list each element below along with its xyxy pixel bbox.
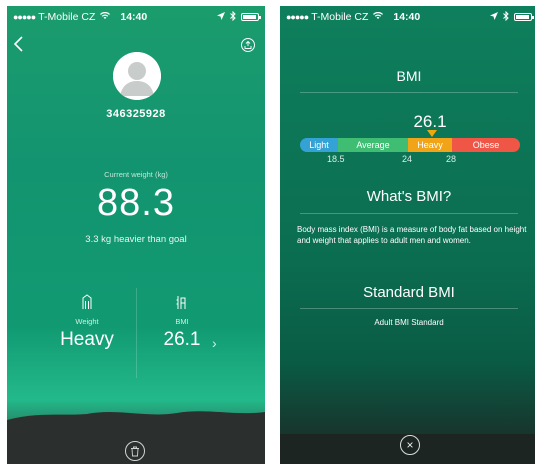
whats-bmi-heading: What's BMI?: [366, 188, 452, 205]
bmi-stat-label: BMI: [175, 317, 189, 326]
bmi-tick-label: 24: [402, 154, 413, 164]
weight-goal-difference: 3.3 kg heavier than goal: [85, 234, 187, 245]
signal-strength: ●●●●●: [13, 12, 36, 22]
weight-stat[interactable]: Weight Heavy: [32, 294, 142, 351]
section-divider: [300, 213, 518, 214]
user-id: 346325928: [106, 108, 166, 120]
bmi-tick-label: 18.5: [327, 154, 345, 164]
chevron-right-icon[interactable]: ›: [212, 335, 217, 351]
bluetooth-icon: [503, 10, 509, 24]
weight-profile-screen: ●●●●● T-Mobile CZ 14:40 346325928 Curren…: [7, 6, 265, 464]
status-bar: ●●●●● T-Mobile CZ 14:40: [280, 6, 535, 28]
trash-icon[interactable]: [125, 441, 145, 461]
bmi-segment-heavy: Heavy: [408, 138, 452, 152]
bmi-stat-value: 26.1: [163, 329, 201, 350]
avatar-silhouette-icon: [113, 52, 161, 100]
bmi-description: Body mass index (BMI) is a measure of bo…: [297, 225, 527, 245]
page-title: BMI: [396, 68, 422, 84]
back-chevron-icon[interactable]: [13, 36, 29, 52]
current-weight-label: Current weight (kg): [104, 170, 168, 179]
bmi-tick-label: 28: [446, 154, 457, 164]
wifi-icon: [373, 11, 384, 23]
battery-icon: [241, 13, 261, 21]
status-bar: ●●●●● T-Mobile CZ 14:40: [7, 6, 265, 28]
bmi-value: 26.1: [413, 112, 447, 131]
bmi-detail-screen: ●●●●● T-Mobile CZ 14:40 BMI 26.1 Light A…: [280, 6, 535, 464]
standard-bmi-heading: Standard BMI: [363, 284, 455, 301]
weight-body-icon: [80, 294, 94, 310]
location-arrow-icon: [217, 11, 225, 23]
location-arrow-icon: [490, 11, 498, 23]
standard-bmi-label: Adult BMI Standard: [374, 318, 444, 327]
avatar[interactable]: [113, 52, 161, 100]
carrier-name: T-Mobile CZ: [311, 11, 369, 23]
bmi-body-icon: [175, 294, 189, 310]
weight-stat-value: Heavy: [60, 329, 114, 350]
clock-time: 14:40: [120, 11, 148, 23]
share-icon[interactable]: [241, 38, 255, 52]
carrier-name: T-Mobile CZ: [38, 11, 96, 23]
title-divider: [300, 92, 518, 93]
bmi-segment-obese: Obese: [452, 138, 520, 152]
current-weight-value: 88.3: [97, 182, 175, 224]
bmi-stat[interactable]: BMI 26.1: [127, 294, 237, 351]
clock-time: 14:40: [393, 11, 421, 23]
bmi-pointer-icon: [427, 130, 437, 137]
close-icon[interactable]: ×: [400, 435, 420, 455]
bluetooth-icon: [230, 10, 236, 24]
battery-icon: [514, 13, 534, 21]
bmi-scale-bar: Light Average Heavy Obese: [300, 138, 520, 152]
weight-stat-label: Weight: [75, 317, 99, 326]
signal-strength: ●●●●●: [286, 12, 309, 22]
wifi-icon: [100, 11, 111, 23]
bmi-segment-light: Light: [300, 138, 338, 152]
section-divider: [300, 308, 518, 309]
bmi-segment-average: Average: [338, 138, 408, 152]
